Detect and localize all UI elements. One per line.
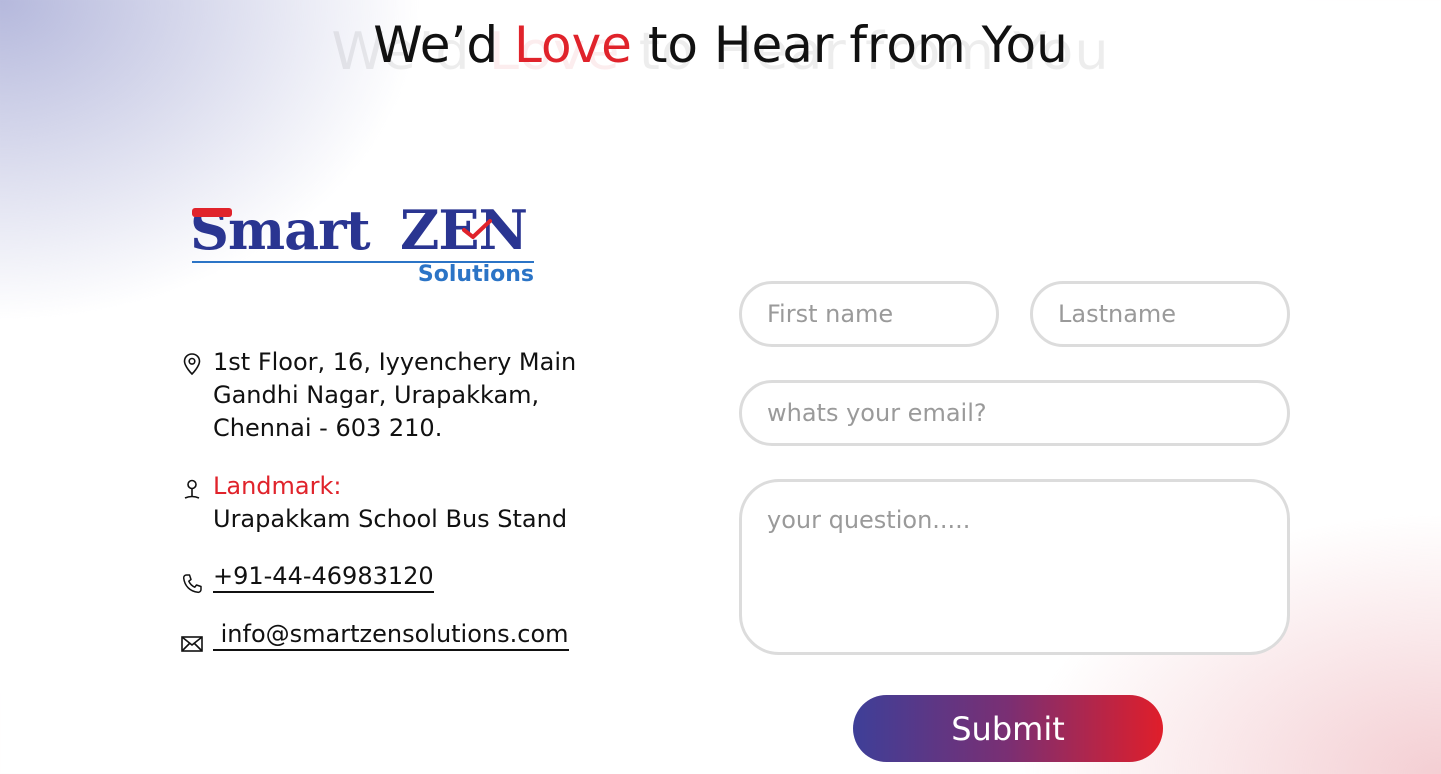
logo-check-icon bbox=[462, 219, 492, 239]
heading-highlight: Love bbox=[514, 16, 632, 74]
submit-button[interactable]: Submit bbox=[853, 695, 1163, 762]
email-text: info@smartzensolutions.com bbox=[213, 618, 569, 651]
landmark-label: Landmark: bbox=[213, 472, 342, 500]
page-heading: We’d Love to Hear from You We’d Love to … bbox=[0, 16, 1441, 86]
first-name-input[interactable] bbox=[739, 281, 999, 347]
email-input[interactable] bbox=[739, 380, 1290, 446]
phone-icon bbox=[182, 574, 202, 594]
email-link[interactable]: info@smartzensolutions.com bbox=[213, 620, 569, 651]
landmark-icon bbox=[184, 479, 200, 499]
phone-text: +91-44-46983120 bbox=[213, 560, 434, 593]
heading-after: to Hear from You bbox=[631, 16, 1068, 74]
address-text: 1st Floor, 16, Iyyenchery Main Gandhi Na… bbox=[213, 346, 576, 445]
phone-link[interactable]: +91-44-46983120 bbox=[213, 562, 434, 593]
heading-before: We’d bbox=[373, 16, 514, 74]
page-title: We’d Love to Hear from You bbox=[0, 16, 1441, 74]
question-textarea[interactable] bbox=[739, 479, 1290, 655]
logo-tagline: Solutions bbox=[417, 262, 534, 287]
landmark-text: Landmark: Urapakkam School Bus Stand bbox=[213, 470, 567, 536]
logo-red-stroke bbox=[192, 208, 232, 217]
last-name-input[interactable] bbox=[1030, 281, 1290, 347]
address-line-3: Chennai - 603 210. bbox=[213, 414, 443, 442]
address-line-2: Gandhi Nagar, Urapakkam, bbox=[213, 381, 540, 409]
company-logo: Smart ZEN Solutions bbox=[190, 198, 536, 290]
address-line-1: 1st Floor, 16, Iyyenchery Main bbox=[213, 348, 577, 376]
landmark-value: Urapakkam School Bus Stand bbox=[213, 505, 568, 533]
location-pin-icon bbox=[183, 353, 201, 376]
mail-icon bbox=[181, 636, 203, 652]
